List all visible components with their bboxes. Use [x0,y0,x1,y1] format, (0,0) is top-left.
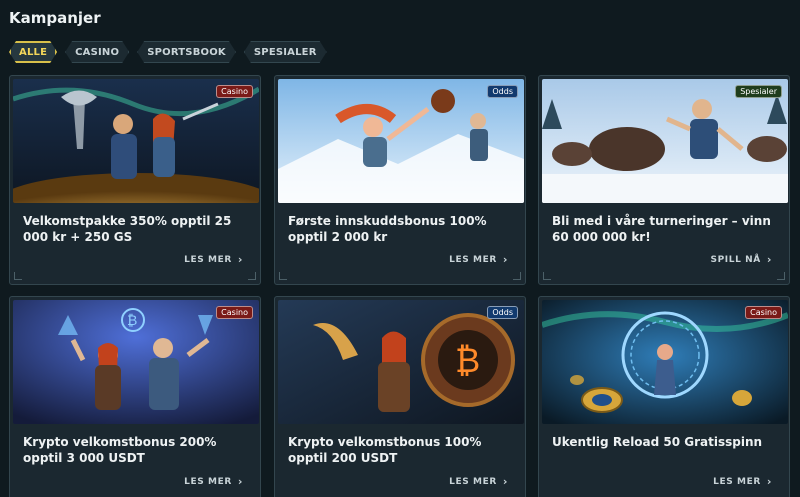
corner-ornament [248,272,256,280]
promo-headline: Ukentlig Reload 50 Gratisspinn [552,435,763,449]
promo-card[interactable]: Casino Ukentlig Reload 50 Gratisspinn LE… [538,296,790,497]
category-badge: Casino [745,306,782,319]
read-more-link[interactable]: SPILL NÅ › [711,253,772,266]
promo-image[interactable]: Spesialer [542,79,788,203]
filter-tab-alle[interactable]: ALLE [9,41,57,63]
category-badge: Casino [216,306,253,319]
promo-card[interactable]: ₿ Casino Krypto velkomstbonus 200% oppti… [9,296,261,497]
read-more-link[interactable]: LES MER › [184,475,243,488]
chevron-right-icon: › [237,475,243,488]
read-more-label: LES MER [449,476,497,487]
svg-text:₿: ₿ [127,313,137,329]
promo-image[interactable]: ₿ Casino [13,300,259,424]
read-more-label: SPILL NÅ [710,254,761,265]
promo-card[interactable]: Casino Velkomstpakke 350% opptil 25 000 … [9,75,261,285]
read-more-link[interactable]: LES MER › [449,475,508,488]
promo-image[interactable]: Casino [542,300,788,424]
chevron-right-icon: › [502,253,508,266]
promo-headline: Krypto velkomstbonus 100% opptil 200 USD… [288,435,482,465]
promo-headline: Bli med i våre turneringer – vinn 60 000… [552,214,771,244]
svg-text:₿: ₿ [455,341,480,381]
category-badge: Odds [487,306,518,319]
filter-tab-spesialer[interactable]: SPESIALER [244,41,327,63]
promo-image[interactable]: Odds [278,79,524,203]
category-badge: Spesialer [735,85,782,98]
read-more-link[interactable]: LES MER › [449,253,508,266]
corner-ornament [777,272,785,280]
chevron-right-icon: › [237,253,243,266]
filter-tabs: ALLE CASINO SPORTSBOOK SPESIALER [9,41,327,63]
read-more-link[interactable]: LES MER › [184,253,243,266]
chevron-right-icon: › [502,475,508,488]
filter-tab-casino[interactable]: CASINO [65,41,129,63]
read-more-label: LES MER [449,254,497,265]
corner-ornament [14,272,22,280]
corner-ornament [279,272,287,280]
page-title: Kampanjer [9,9,101,27]
read-more-link[interactable]: LES MER › [713,475,772,488]
category-badge: Casino [216,85,253,98]
corner-ornament [513,272,521,280]
corner-ornament [543,272,551,280]
promo-headline: Krypto velkomstbonus 200% opptil 3 000 U… [23,435,217,465]
chevron-right-icon: › [766,253,772,266]
read-more-label: LES MER [713,476,761,487]
promo-image[interactable]: Casino [13,79,259,203]
category-badge: Odds [487,85,518,98]
promo-card[interactable]: Odds Første innskuddsbonus 100% opptil 2… [274,75,526,285]
promo-card[interactable]: Spesialer Bli med i våre turneringer – v… [538,75,790,285]
chevron-right-icon: › [766,475,772,488]
promo-card[interactable]: ₿ Odds Krypto velkomstbonus 100% opptil … [274,296,526,497]
promo-image[interactable]: ₿ Odds [278,300,524,424]
filter-tab-sportsbook[interactable]: SPORTSBOOK [137,41,236,63]
promo-headline: Første innskuddsbonus 100% opptil 2 000 … [288,214,487,244]
promo-headline: Velkomstpakke 350% opptil 25 000 kr + 25… [23,214,232,244]
read-more-label: LES MER [184,476,232,487]
read-more-label: LES MER [184,254,232,265]
